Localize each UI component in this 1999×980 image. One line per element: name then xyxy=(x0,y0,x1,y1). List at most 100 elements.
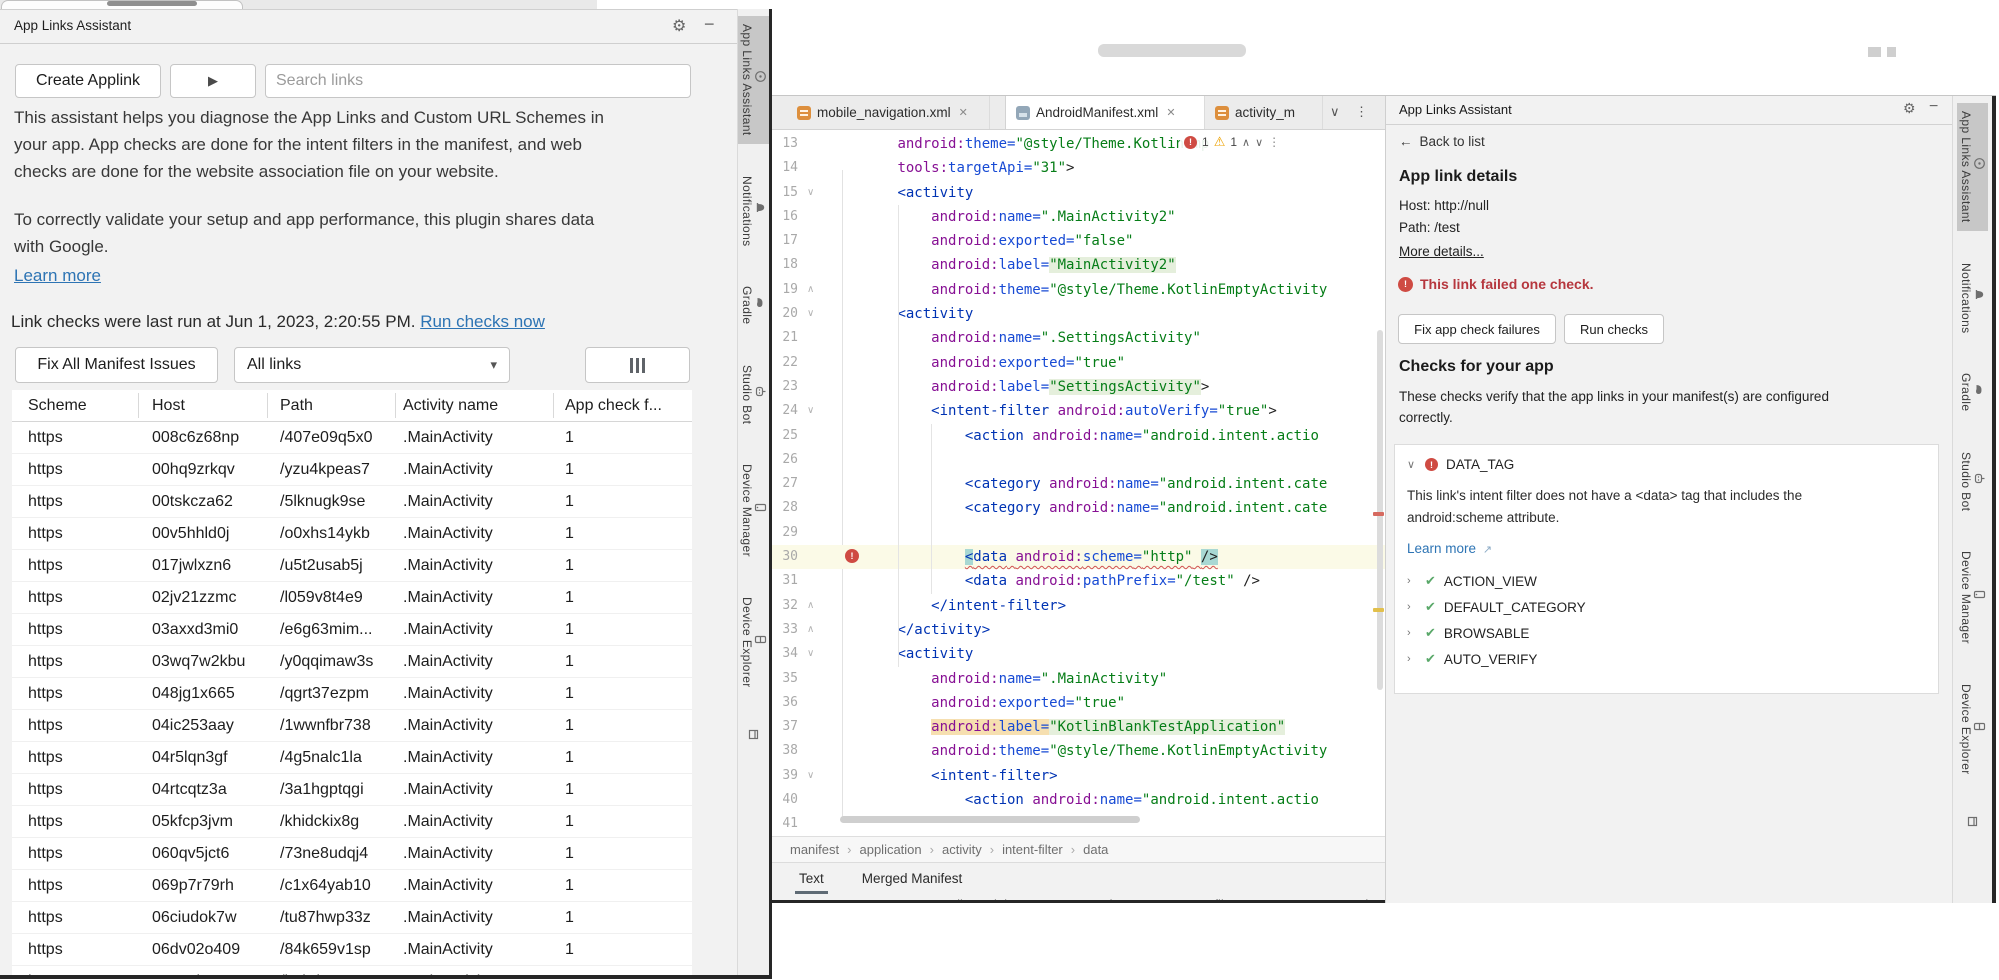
breadcrumb-item-activity[interactable]: activity xyxy=(942,842,982,857)
learn-more-link[interactable]: Learn more xyxy=(14,262,101,289)
column-header-scheme[interactable]: Scheme xyxy=(28,397,87,415)
fold-gutter[interactable] xyxy=(798,472,830,496)
fold-gutter[interactable]: ∨ xyxy=(798,399,830,423)
search-input[interactable] xyxy=(265,64,691,98)
fold-gutter[interactable] xyxy=(798,739,830,763)
column-header-activity-name[interactable]: Activity name xyxy=(403,397,498,415)
run-checks-now-link[interactable]: Run checks now xyxy=(420,312,545,331)
tool-stripe-item-window[interactable] xyxy=(1964,807,1981,842)
close-icon[interactable]: ✕ xyxy=(959,106,968,119)
tool-stripe-item-notifications[interactable]: Notifications xyxy=(738,168,769,255)
fix-app-check-failures-button[interactable]: Fix app check failures xyxy=(1398,314,1556,344)
error-lightbulb-icon[interactable]: ! xyxy=(845,549,859,563)
tab-text[interactable]: Text xyxy=(797,865,826,892)
tool-stripe-item-app-links-assistant[interactable]: App Links Assistant xyxy=(1957,103,1988,231)
fold-gutter[interactable] xyxy=(798,545,830,569)
passed-check-row-browsable[interactable]: ›✔BROWSABLE xyxy=(1407,625,1529,641)
table-row[interactable]: https079g9luv7w/h7bd07ox3y.MainActivity1 xyxy=(12,966,692,975)
back-to-list-link[interactable]: ← Back to list xyxy=(1399,134,1485,149)
breadcrumb-item-data[interactable]: data xyxy=(1083,842,1108,857)
error-stripe-mark[interactable] xyxy=(1373,512,1384,516)
check-learn-more-link[interactable]: Learn more ↗ xyxy=(1407,541,1492,556)
next-issue-icon[interactable]: ∨ xyxy=(1255,136,1263,149)
table-row[interactable]: https069p7r79rh/c1x64yab10.MainActivity1 xyxy=(12,870,692,902)
fold-gutter[interactable] xyxy=(798,715,830,739)
breadcrumb-item-intent-filter[interactable]: intent-filter xyxy=(1002,842,1063,857)
fold-marker-icon[interactable]: ∨ xyxy=(807,399,814,423)
editor-tab-androidmanifest-xml[interactable]: AndroidManifest.xml✕ xyxy=(1005,96,1205,129)
chevron-down-icon[interactable]: ∨ xyxy=(1407,458,1417,471)
tool-stripe-item-gradle[interactable]: Gradle xyxy=(1957,365,1988,419)
more-details-link[interactable]: More details... xyxy=(1399,244,1484,259)
tool-stripe-item-device-manager[interactable]: Device Manager xyxy=(738,456,769,565)
fold-gutter[interactable] xyxy=(798,569,830,593)
fold-gutter[interactable] xyxy=(798,788,830,812)
table-row[interactable]: https04ic253aay/1wwnfbr738.MainActivity1 xyxy=(12,710,692,742)
fold-gutter[interactable]: ∧ xyxy=(798,594,830,618)
tool-stripe-item-studio-bot[interactable]: Studio Bot xyxy=(1957,444,1988,519)
fold-gutter[interactable] xyxy=(798,326,830,350)
prev-issue-icon[interactable]: ∧ xyxy=(1242,136,1250,149)
warning-stripe-mark[interactable] xyxy=(1373,608,1384,612)
column-header-path[interactable]: Path xyxy=(280,397,313,415)
table-row[interactable]: https05kfcp3jvm/khidckix8g.MainActivity1 xyxy=(12,806,692,838)
fold-gutter[interactable] xyxy=(798,496,830,520)
run-checks-button[interactable]: Run checks xyxy=(1564,314,1664,344)
table-row[interactable]: https048jg1x665/qgrt37ezpm.MainActivity1 xyxy=(12,678,692,710)
fold-gutter[interactable] xyxy=(798,156,830,180)
fold-gutter[interactable] xyxy=(798,424,830,448)
code-editor[interactable]: 13 android:theme="@style/Theme.KotlinEmp… xyxy=(772,130,1385,836)
chevron-right-icon[interactable]: › xyxy=(1407,575,1417,587)
fold-gutter[interactable] xyxy=(798,812,830,836)
table-row[interactable]: https00hq9zrkqv/yzu4kpeas7.MainActivity1 xyxy=(12,454,692,486)
fold-gutter[interactable]: ∨ xyxy=(798,642,830,666)
chevron-right-icon[interactable]: › xyxy=(1407,627,1417,639)
column-header-app-check-f-[interactable]: App check f... xyxy=(565,397,662,415)
fold-marker-icon[interactable]: ∨ xyxy=(807,642,814,666)
tool-stripe-item-device-explorer[interactable]: Device Explorer xyxy=(738,589,769,696)
chevron-right-icon[interactable]: › xyxy=(1407,601,1417,613)
fold-gutter[interactable] xyxy=(798,691,830,715)
passed-check-row-default_category[interactable]: ›✔DEFAULT_CATEGORY xyxy=(1407,599,1586,615)
tool-stripe-item-gradle[interactable]: Gradle xyxy=(738,278,769,332)
table-row[interactable]: https06dv02o409/84k659v1sp.MainActivity1 xyxy=(12,934,692,966)
table-row[interactable]: https02jv21zzmc/l059v8t4e9.MainActivity1 xyxy=(12,582,692,614)
editor-vertical-scrollbar[interactable] xyxy=(1377,330,1383,690)
links-filter-dropdown[interactable]: All links ▾ xyxy=(234,347,510,383)
fold-gutter[interactable]: ∧ xyxy=(798,618,830,642)
fold-gutter[interactable] xyxy=(798,667,830,691)
create-applink-button[interactable]: Create Applink xyxy=(15,64,161,98)
learn-more-label[interactable]: Learn more xyxy=(14,266,101,285)
fold-gutter[interactable]: ∨ xyxy=(798,302,830,326)
editor-horizontal-scrollbar[interactable] xyxy=(840,816,1140,823)
breadcrumb-item-manifest[interactable]: manifest xyxy=(790,842,839,857)
minimize-icon[interactable]: − xyxy=(704,14,715,35)
chevron-down-icon[interactable]: ∨ xyxy=(1330,104,1340,120)
table-row[interactable]: https04rtcqtz3a/3a1hgptqgi.MainActivity1 xyxy=(12,774,692,806)
fold-marker-icon[interactable]: ∧ xyxy=(807,618,814,642)
links-table[interactable]: SchemeHostPathActivity nameApp check f..… xyxy=(12,390,692,975)
fold-gutter[interactable] xyxy=(798,253,830,277)
fold-gutter[interactable] xyxy=(798,132,830,156)
editor-tab-mobile-navigation-xml[interactable]: mobile_navigation.xml✕ xyxy=(787,96,990,129)
fold-gutter[interactable]: ∨ xyxy=(798,181,830,205)
tool-stripe-item-app-links-assistant[interactable]: App Links Assistant xyxy=(738,16,769,144)
fold-marker-icon[interactable]: ∧ xyxy=(807,278,814,302)
table-row[interactable]: https03axxd3mi0/e6g63mim....MainActivity… xyxy=(12,614,692,646)
tool-stripe-item-studio-bot[interactable]: Studio Bot xyxy=(738,357,769,432)
breadcrumb-item-application[interactable]: application xyxy=(859,842,921,857)
table-row[interactable]: https06ciudok7w/tu87hwp33z.MainActivity1 xyxy=(12,902,692,934)
table-row[interactable]: https04r5lqn3gf/4g5nalc1la.MainActivity1 xyxy=(12,742,692,774)
close-icon[interactable]: ✕ xyxy=(1166,106,1175,119)
fold-gutter[interactable]: ∧ xyxy=(798,278,830,302)
gear-icon[interactable]: ⚙ xyxy=(672,16,686,36)
table-row[interactable]: https008c6z68np/407e09q5x0.MainActivity1 xyxy=(12,422,692,454)
fold-gutter[interactable] xyxy=(798,351,830,375)
inspection-widget[interactable]: ! 1 ⚠ 1 ∧ ∨ ⋮ xyxy=(1180,133,1284,151)
tool-stripe-item-device-explorer[interactable]: Device Explorer xyxy=(1957,676,1988,783)
table-row[interactable]: https017jwlxzn6/u5t2usab5j.MainActivity1 xyxy=(12,550,692,582)
tab-merged-manifest[interactable]: Merged Manifest xyxy=(860,865,965,892)
tool-stripe-item-notifications[interactable]: Notifications xyxy=(1957,255,1988,342)
failed-check-row[interactable]: ∨ ! DATA_TAG xyxy=(1407,457,1514,472)
fold-marker-icon[interactable]: ∨ xyxy=(807,302,814,326)
